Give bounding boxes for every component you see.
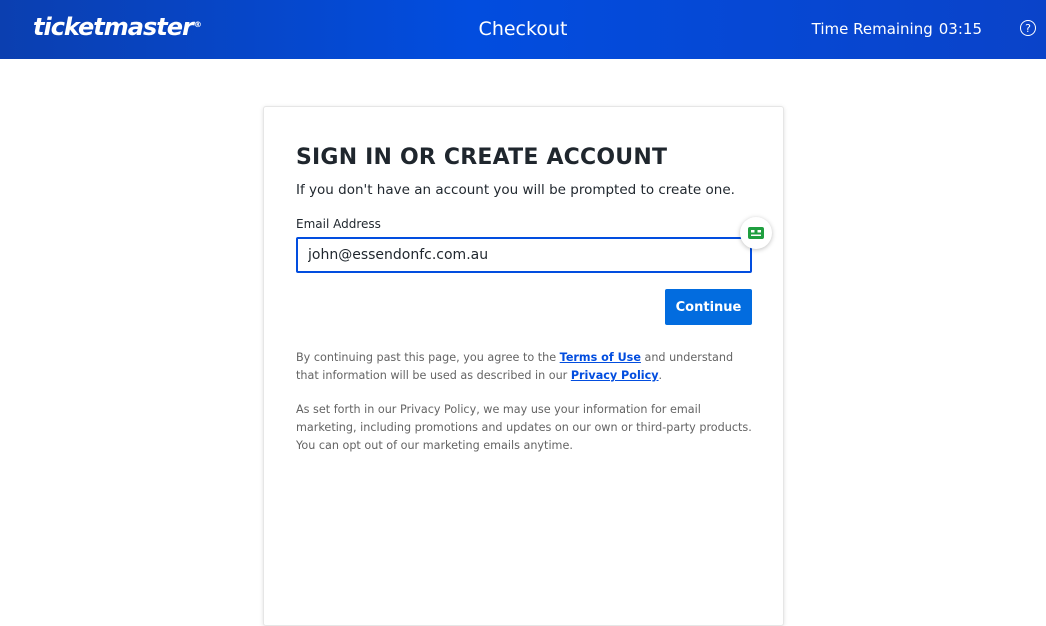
robot-icon [748,227,764,239]
email-label: Email Address [296,217,381,231]
timer-label: Time Remaining [811,20,933,38]
terms-text-after: . [658,369,663,382]
marketing-notice: As set forth in our Privacy Policy, we m… [296,403,752,452]
timer-value: 03:15 [938,20,982,38]
terms-notice: By continuing past this page, you agree … [296,349,756,385]
sign-in-card: SIGN IN OR CREATE ACCOUNT If you don't h… [263,106,784,626]
sign-in-heading: SIGN IN OR CREATE ACCOUNT [296,145,668,170]
terms-of-use-link[interactable]: Terms of Use [560,351,641,364]
password-manager-icon[interactable] [740,217,772,249]
sign-in-subtitle: If you don't have an account you will be… [296,182,735,198]
terms-text-before: By continuing past this page, you agree … [296,351,560,364]
email-field[interactable] [296,237,752,273]
site-header: ticketmaster ® Checkout Time Remaining 03:… [0,0,1046,59]
time-remaining: Time Remaining 03:15 [812,19,982,39]
privacy-policy-link[interactable]: Privacy Policy [571,369,659,382]
continue-button[interactable]: Continue [665,289,752,325]
help-icon[interactable]: ? [1020,20,1036,36]
